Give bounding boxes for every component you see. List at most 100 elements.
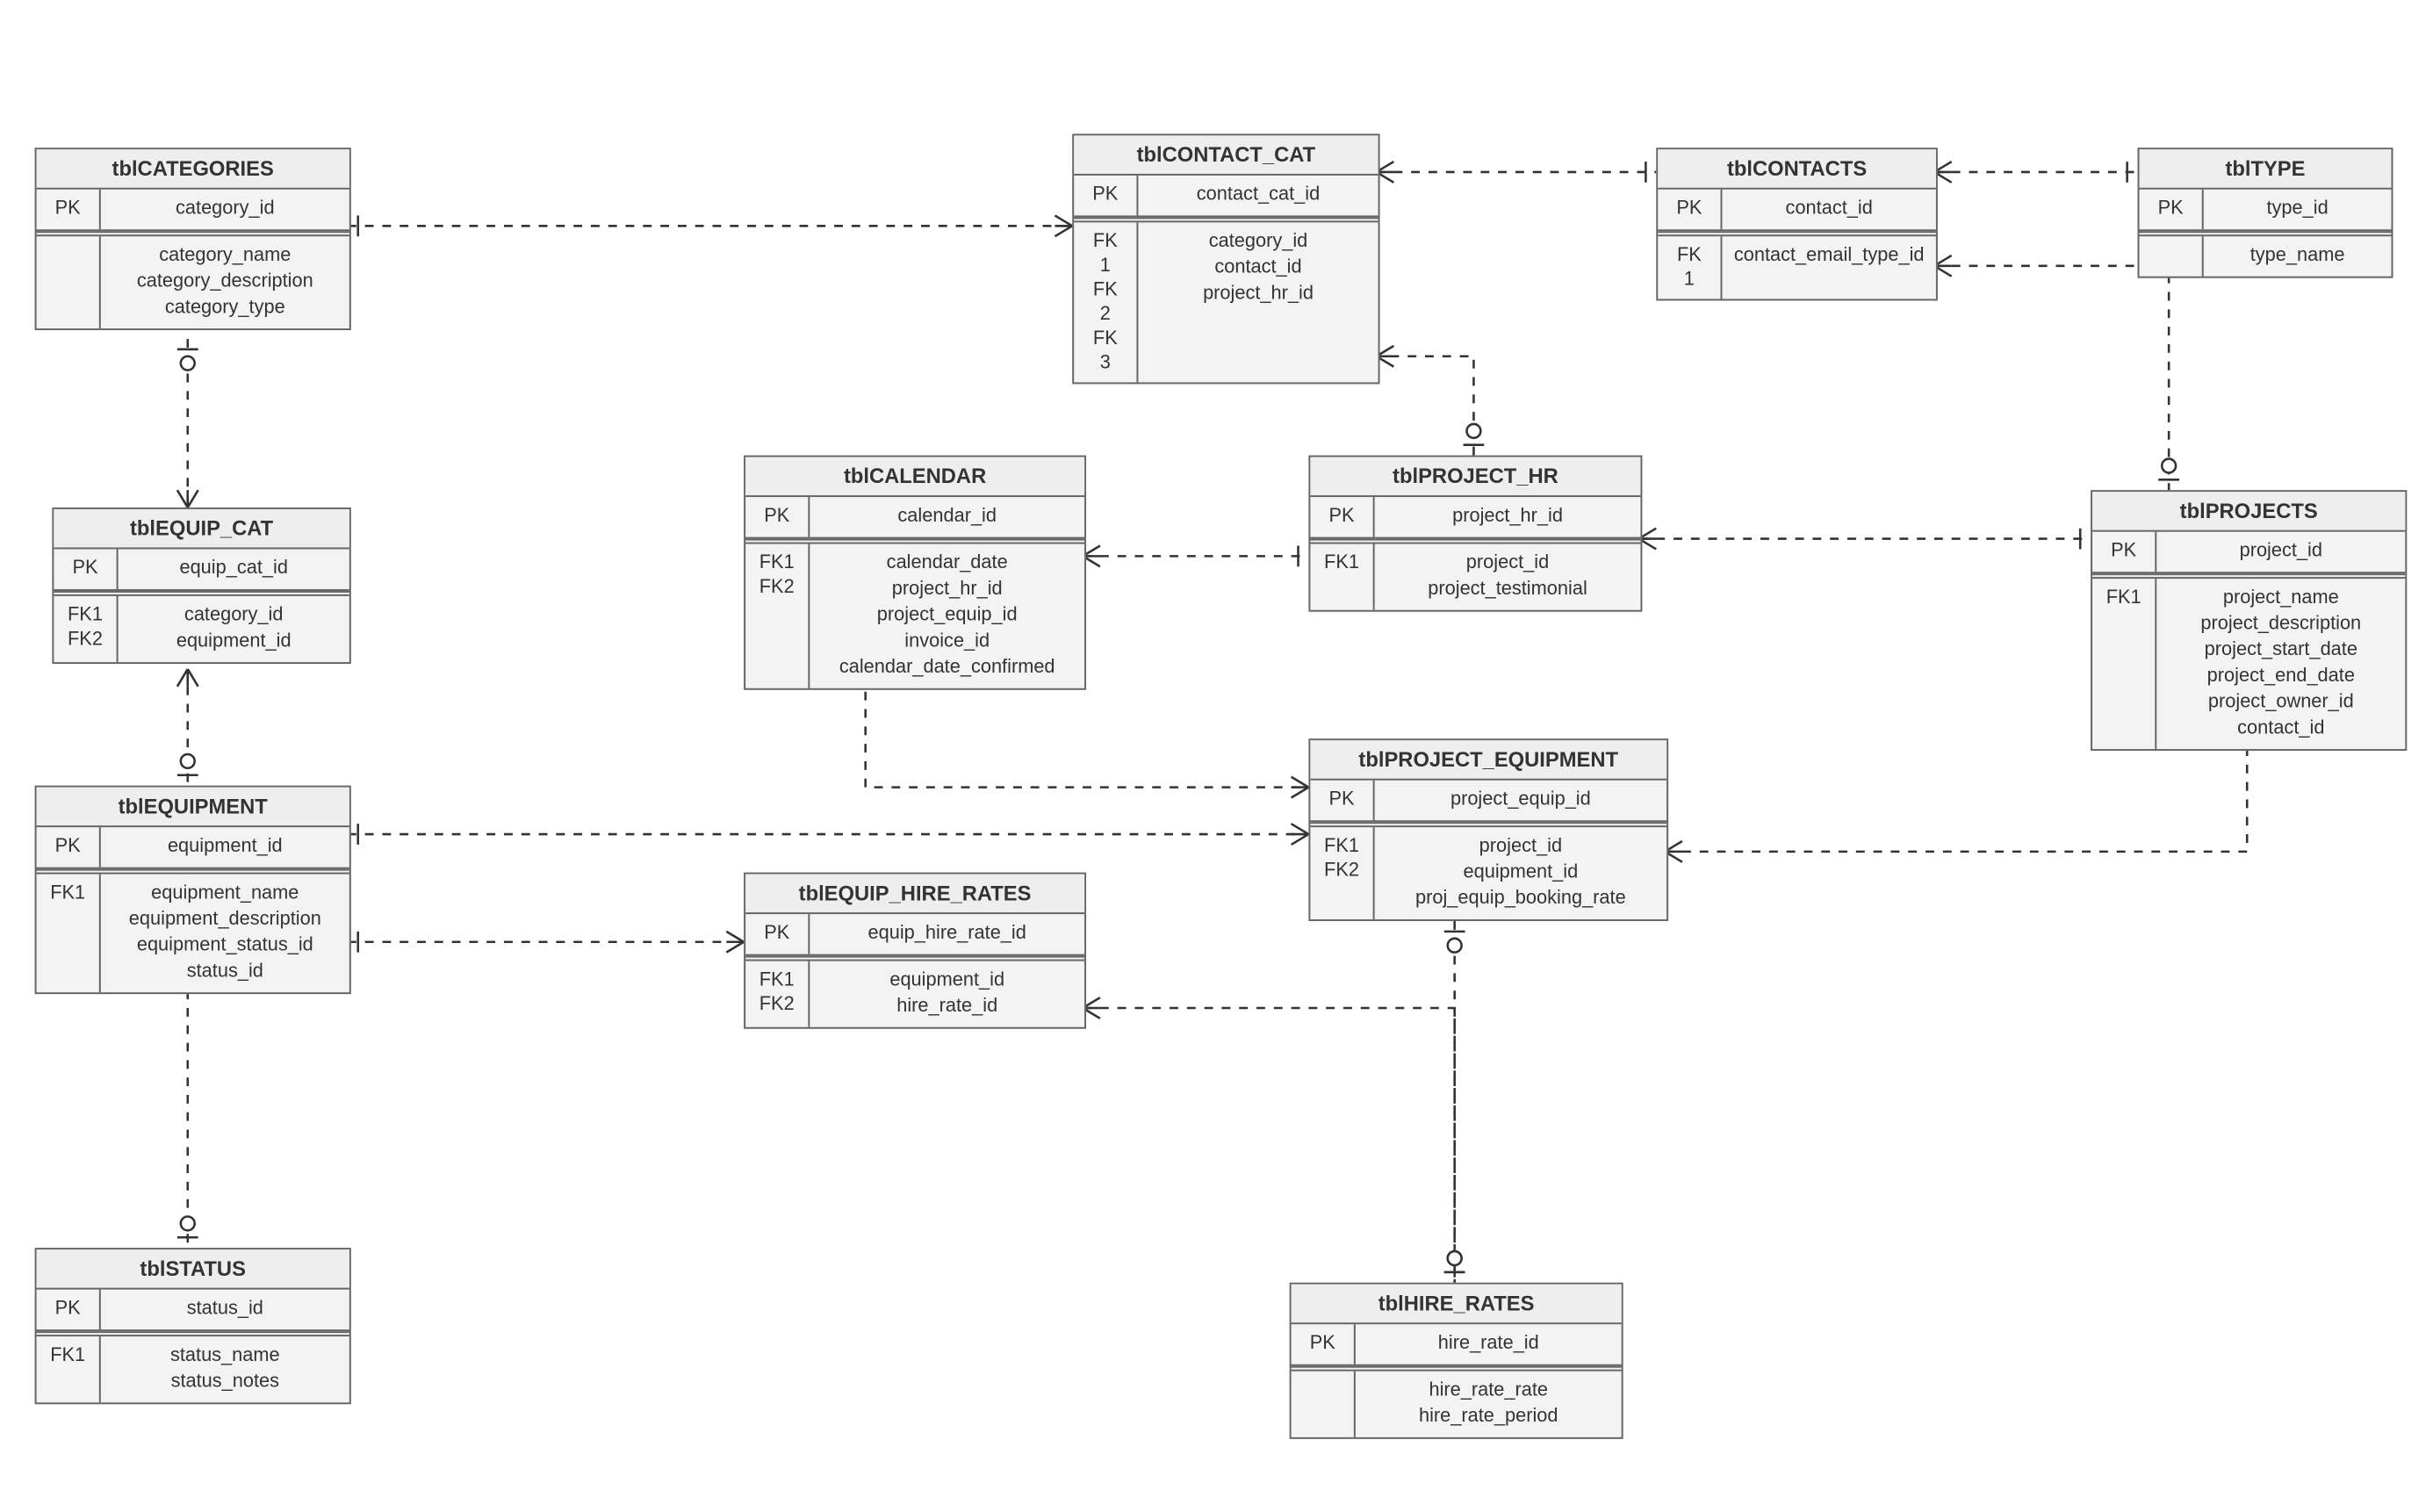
- entity-categories: tblCATEGORIESPKcategory_id category_name…: [35, 148, 351, 330]
- entity-project_equipment: tblPROJECT_EQUIPMENTPKproject_equip_idFK…: [1308, 738, 1668, 921]
- entity-row: hire_rate_ratehire_rate_period: [1292, 1372, 1622, 1437]
- entity-title: tblPROJECT_EQUIPMENT: [1310, 740, 1666, 781]
- entity-equipment: tblEQUIPMENTPKequipment_id FK1equipment_n…: [35, 786, 351, 995]
- relationship: [1934, 162, 2138, 183]
- relationship: [177, 973, 198, 1248]
- entity-row: PKequip_cat_id: [54, 549, 349, 591]
- entity-title: tblEQUIP_CAT: [54, 509, 349, 550]
- entity-status: tblSTATUSPKstatus_idFK1status_namestatus…: [35, 1248, 351, 1404]
- key-column: PK: [1292, 1324, 1356, 1364]
- field-column: calendar_dateproject_hr_idproject_equip_…: [810, 544, 1084, 688]
- key-column: PK: [37, 190, 101, 230]
- entity-row: FK1contact_email_type_id: [1658, 236, 1936, 299]
- field-column: category_namecategory_descriptioncategor…: [101, 236, 349, 328]
- entity-title: tblCATEGORIES: [37, 149, 349, 190]
- field-column: project_idproject_testimonial: [1375, 544, 1641, 610]
- key-column: PK: [54, 549, 118, 589]
- key-column: FK1: [37, 1336, 101, 1402]
- entity-hire_rates: tblHIRE_RATESPKhire_rate_id hire_rate_ra…: [1290, 1283, 1623, 1439]
- entity-title: tblPROJECTS: [2092, 492, 2405, 532]
- entity-row: PKstatus_id: [37, 1290, 349, 1332]
- entity-row: PKequipment_id: [37, 827, 349, 869]
- entity-calendar: tblCALENDARPKcalendar_idFK1FK2calendar_d…: [744, 456, 1086, 690]
- key-column: FK1FK2: [745, 544, 810, 688]
- relationship: [1444, 921, 1465, 1283]
- key-column: FK1FK2: [54, 596, 118, 662]
- entity-title: tblEQUIPMENT: [37, 788, 349, 828]
- key-column: [37, 236, 101, 328]
- entity-type: tblTYPEPKtype_id type_name: [2138, 148, 2393, 277]
- field-column: type_name: [2204, 236, 2392, 277]
- key-column: PK: [745, 914, 810, 954]
- entity-row: FK1equipment_nameequipment_descriptioneq…: [37, 875, 349, 993]
- field-column: project_nameproject_descriptionproject_s…: [2156, 579, 2405, 749]
- field-column: equipment_idhire_rate_id: [810, 961, 1084, 1027]
- entity-row: PKequip_hire_rate_id: [745, 914, 1084, 956]
- entity-row: PKproject_hr_id: [1310, 497, 1640, 539]
- entity-contacts: tblCONTACTSPKcontact_idFK1contact_email_…: [1656, 148, 1938, 300]
- relationship: [177, 339, 198, 508]
- entity-row: PKhire_rate_id: [1292, 1324, 1622, 1366]
- entity-equip_cat: tblEQUIP_CATPKequip_cat_idFK1FK2category…: [52, 508, 350, 664]
- key-column: PK: [745, 497, 810, 537]
- field-column: equip_cat_id: [119, 549, 349, 589]
- field-column: contact_id: [1722, 190, 1935, 230]
- entity-row: type_name: [2140, 236, 2392, 277]
- field-column: hire_rate_id: [1356, 1324, 1622, 1364]
- field-column: status_namestatus_notes: [101, 1336, 349, 1402]
- key-column: PK: [2092, 532, 2156, 572]
- relationship: [1083, 997, 1465, 1283]
- key-column: PK: [37, 827, 101, 868]
- entity-row: PKproject_equip_id: [1310, 781, 1666, 823]
- field-column: category_idequipment_id: [119, 596, 349, 662]
- relationship: [348, 215, 1072, 236]
- entity-row: FK1FK2project_idequipment_idproj_equip_b…: [1310, 827, 1666, 919]
- entity-row: FK1project_idproject_testimonial: [1310, 544, 1640, 610]
- key-column: PK: [1658, 190, 1722, 230]
- field-column: project_id: [2156, 532, 2405, 572]
- entity-row: FK1project_nameproject_descriptionprojec…: [2092, 579, 2405, 749]
- entity-row: FK1FK2calendar_dateproject_hr_idproject_…: [745, 544, 1084, 688]
- key-column: PK: [37, 1290, 101, 1330]
- entity-row: FK1FK2category_idequipment_id: [54, 596, 349, 662]
- field-column: type_id: [2204, 190, 2392, 230]
- key-column: [2140, 236, 2204, 277]
- key-column: PK: [2140, 190, 2204, 230]
- entity-title: tblCONTACT_CAT: [1074, 135, 1378, 176]
- key-column: FK1: [1310, 544, 1374, 610]
- field-column: category_idcontact_idproject_hr_id: [1138, 222, 1378, 382]
- key-column: PK: [1310, 497, 1374, 537]
- field-column: contact_cat_id: [1138, 176, 1378, 216]
- field-column: calendar_id: [810, 497, 1084, 537]
- key-column: PK: [1310, 781, 1374, 821]
- field-column: project_hr_id: [1375, 497, 1641, 537]
- key-column: FK1FK2: [1310, 827, 1374, 919]
- entity-title: tblHIRE_RATES: [1292, 1285, 1622, 1325]
- entity-row: PKcontact_cat_id: [1074, 176, 1378, 218]
- key-column: FK1: [2092, 579, 2156, 749]
- entity-row: FK1status_namestatus_notes: [37, 1336, 349, 1402]
- entity-row: PKcategory_id: [37, 190, 349, 232]
- key-column: PK: [1074, 176, 1138, 216]
- key-column: [1292, 1372, 1356, 1437]
- key-column: FK1FK2FK3: [1074, 222, 1138, 382]
- entity-contact_cat: tblCONTACT_CATPKcontact_cat_idFK1FK2FK3c…: [1072, 133, 1379, 384]
- entity-row: PKcalendar_id: [745, 497, 1084, 539]
- key-column: FK1: [1658, 236, 1722, 299]
- relationship: [348, 932, 744, 953]
- relationship: [1083, 545, 1308, 566]
- entity-title: tblCALENDAR: [745, 457, 1084, 498]
- field-column: equipment_id: [101, 827, 349, 868]
- key-column: FK1FK2: [745, 961, 810, 1027]
- field-column: project_idequipment_idproj_equip_booking…: [1375, 827, 1667, 919]
- relationship: [348, 824, 1309, 845]
- entity-row: PKcontact_id: [1658, 190, 1936, 232]
- entity-row: PKproject_id: [2092, 532, 2405, 574]
- key-column: FK1: [37, 875, 101, 993]
- entity-title: tblCONTACTS: [1658, 149, 1936, 190]
- entity-row: FK1FK2equipment_idhire_rate_id: [745, 961, 1084, 1027]
- relationship: [1934, 256, 2179, 490]
- entity-project_hr: tblPROJECT_HRPKproject_hr_idFK1project_i…: [1308, 456, 1642, 612]
- field-column: status_id: [101, 1290, 349, 1330]
- entity-projects: tblPROJECTSPKproject_idFK1project_namepr…: [2091, 490, 2407, 751]
